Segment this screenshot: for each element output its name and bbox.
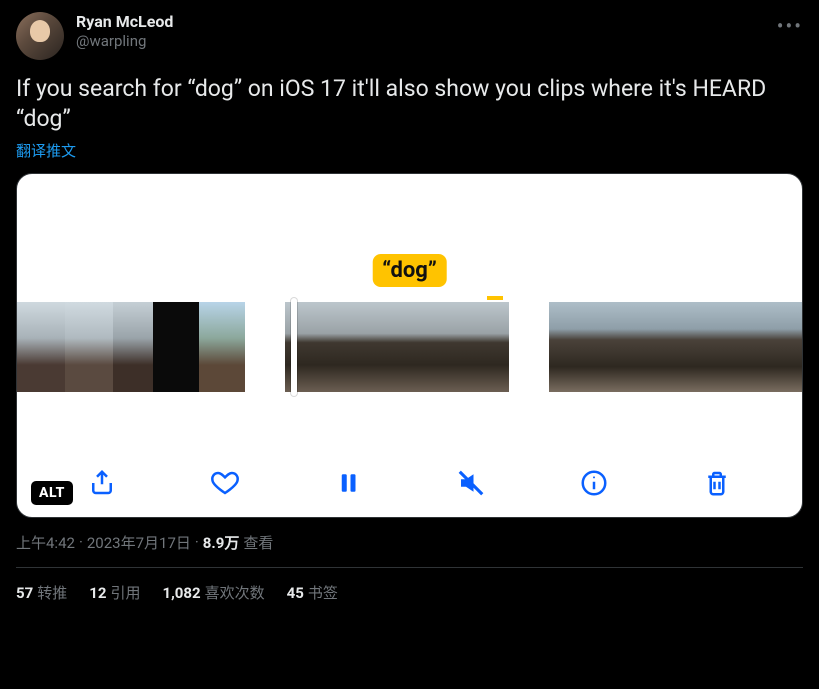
quotes-stat[interactable]: 12引用 (89, 582, 140, 603)
views-count: 8.9万 (203, 532, 240, 553)
clip-frame (779, 302, 803, 392)
quotes-count: 12 (89, 584, 106, 602)
trash-icon[interactable] (695, 461, 739, 505)
handle: @warpling (76, 32, 173, 51)
retweets-count: 57 (16, 584, 33, 602)
tweet-date[interactable]: 2023年7月17日 (87, 532, 191, 553)
mute-icon[interactable] (449, 461, 493, 505)
clip-group[interactable] (285, 302, 509, 392)
display-name: Ryan McLeod (76, 12, 173, 32)
clip-frame (453, 302, 509, 392)
pause-icon[interactable] (326, 461, 370, 505)
bookmarks-stat[interactable]: 45书签 (287, 582, 338, 603)
clip-group[interactable] (17, 302, 245, 392)
likes-count: 1,082 (162, 584, 200, 602)
clip-frame (397, 302, 453, 392)
bookmarks-label: 书签 (308, 584, 338, 602)
quotes-label: 引用 (110, 584, 140, 602)
avatar[interactable] (16, 12, 64, 60)
author-block[interactable]: Ryan McLeod @warpling (76, 12, 173, 51)
likes-label: 喜欢次数 (205, 584, 265, 602)
video-timeline[interactable] (17, 302, 802, 392)
retweets-stat[interactable]: 57转推 (16, 582, 67, 603)
tweet-meta: 上午4:42 · 2023年7月17日 · 8.9万 查看 (16, 532, 803, 553)
divider (16, 567, 803, 568)
info-icon[interactable] (572, 461, 616, 505)
clip-frame (113, 302, 153, 392)
search-term-label: “dog” (372, 254, 447, 287)
tweet-text: If you search for “dog” on iOS 17 it'll … (16, 74, 803, 134)
tweet-stats: 57转推 12引用 1,082 喜欢次数 45书签 (16, 582, 803, 603)
translate-link[interactable]: 翻译推文 (16, 140, 803, 161)
clip-frame (641, 302, 687, 392)
media-attachment[interactable]: “dog” (16, 173, 803, 518)
likes-stat[interactable]: 1,082 喜欢次数 (162, 582, 264, 603)
tweet-container: Ryan McLeod @warpling ••• If you search … (0, 0, 819, 615)
alt-badge[interactable]: ALT (31, 481, 73, 505)
clip-frame (199, 302, 245, 392)
clip-frame (687, 302, 733, 392)
clip-frame (17, 302, 65, 392)
search-match-marker-icon (487, 296, 503, 300)
media-toolbar (17, 461, 802, 505)
clip-frame (65, 302, 113, 392)
share-icon[interactable] (80, 461, 124, 505)
clip-group[interactable] (549, 302, 803, 392)
clip-frame (341, 302, 397, 392)
views-label: 查看 (243, 532, 273, 553)
clip-frame (153, 302, 199, 392)
heart-icon[interactable] (203, 461, 247, 505)
meta-separator: · (79, 533, 83, 551)
tweet-time[interactable]: 上午4:42 (16, 532, 75, 553)
retweets-label: 转推 (37, 584, 67, 602)
bookmarks-count: 45 (287, 584, 304, 602)
tweet-header: Ryan McLeod @warpling ••• (16, 12, 803, 60)
clip-frame (549, 302, 595, 392)
meta-separator: · (195, 533, 199, 551)
playhead[interactable] (291, 298, 297, 396)
clip-frame (595, 302, 641, 392)
more-button[interactable]: ••• (777, 14, 803, 38)
clip-frame (733, 302, 779, 392)
